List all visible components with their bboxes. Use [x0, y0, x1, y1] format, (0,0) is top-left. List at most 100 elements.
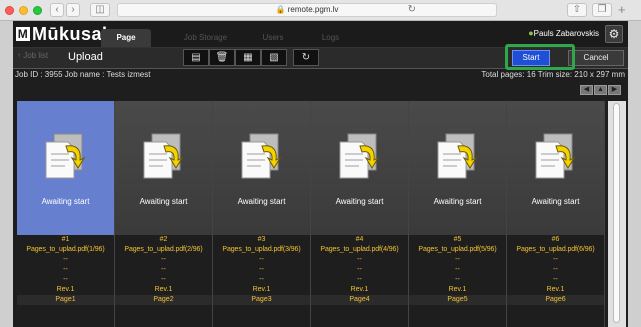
zoom-window-button[interactable] [33, 6, 42, 15]
page-detail-3: -- [553, 276, 558, 283]
page-source-file: Pages_to_uplad.pdf(4/96) [320, 246, 399, 253]
page-label: Page6 [507, 295, 604, 305]
close-window-button[interactable] [5, 6, 14, 15]
browser-toolbar: ‹ › ◫ 🔒 remote.pgm.lv ↻ ⇧ ❐ + [0, 0, 641, 21]
job-info-bar: Job ID : 3955 Job name : Tests izmest To… [13, 69, 628, 81]
page-revision: Rev.1 [154, 286, 173, 293]
address-bar[interactable]: 🔒 remote.pgm.lv ↻ [117, 3, 497, 17]
page-thumbnail[interactable]: Awaiting start [17, 101, 114, 235]
page-status: Awaiting start [237, 197, 286, 206]
page-title: Upload [68, 51, 103, 63]
tab-job-storage[interactable]: Job Storage [173, 29, 238, 47]
page-revision: Rev.1 [56, 286, 75, 293]
prev-page-icon[interactable]: ◀ [580, 85, 593, 95]
logo-mark-icon: M [16, 27, 30, 41]
document-replace-icon [38, 130, 90, 182]
page-meta: #1 Pages_to_uplad.pdf(1/96) -- -- -- Rev… [17, 235, 114, 327]
page-detail-3: -- [259, 276, 264, 283]
start-button-highlight [505, 44, 575, 70]
page-grid: Awaiting start #1 Pages_to_uplad.pdf(1/9… [17, 101, 606, 327]
scrollbar[interactable] [608, 101, 626, 327]
page-card-4[interactable]: Awaiting start #4 Pages_to_uplad.pdf(4/9… [311, 101, 409, 327]
approve-page-icon[interactable]: ▦ [235, 49, 261, 66]
page-number: #3 [257, 236, 266, 243]
page-revision: Rev.1 [546, 286, 565, 293]
page-meta: #3 Pages_to_uplad.pdf(3/96) -- -- -- Rev… [213, 235, 310, 327]
page-label: Page5 [409, 295, 506, 305]
page-detail-1: -- [553, 256, 558, 263]
tabs-overview-icon[interactable]: ❐ [592, 3, 612, 17]
page-thumbnail[interactable]: Awaiting start [507, 101, 604, 235]
page-detail-1: -- [161, 256, 166, 263]
sidebar-toggle-icon[interactable]: ◫ [90, 3, 110, 17]
delete-icon[interactable]: 🗑 [209, 49, 235, 66]
job-list-button[interactable]: ↑ Job list [17, 51, 48, 60]
page-status: Awaiting start [335, 197, 384, 206]
tab-logs[interactable]: Logs [313, 29, 348, 47]
page-detail-1: -- [259, 256, 264, 263]
page-detail-2: -- [161, 266, 166, 273]
page-card-5[interactable]: Awaiting start #5 Pages_to_uplad.pdf(5/9… [409, 101, 507, 327]
user-menu[interactable]: ●Pauls Zabarovskis [528, 28, 599, 38]
page-detail-2: -- [63, 266, 68, 273]
document-replace-icon [234, 130, 286, 182]
reload-icon[interactable]: ↻ [408, 4, 416, 16]
page-revision: Rev.1 [350, 286, 369, 293]
page-label: Page3 [213, 295, 310, 305]
page-label: Page2 [115, 295, 212, 305]
page-number: #4 [355, 236, 364, 243]
page-detail-1: -- [63, 256, 68, 263]
move-page-icon[interactable]: ▧ [261, 49, 287, 66]
page-number: #5 [453, 236, 462, 243]
page-detail-2: -- [357, 266, 362, 273]
replace-page-icon[interactable]: ▤ [183, 49, 209, 66]
job-info: Job ID : 3955 Job name : Tests izmest [15, 70, 151, 79]
page-number: #1 [61, 236, 70, 243]
page-meta: #5 Pages_to_uplad.pdf(5/96) -- -- -- Rev… [409, 235, 506, 327]
page-source-file: Pages_to_uplad.pdf(1/96) [26, 246, 105, 253]
page-label: Page1 [17, 295, 114, 305]
page-thumbnail[interactable]: Awaiting start [213, 101, 310, 235]
page-source-file: Pages_to_uplad.pdf(3/96) [222, 246, 301, 253]
minimize-window-button[interactable] [19, 6, 28, 15]
page-status: Awaiting start [41, 197, 90, 206]
share-icon[interactable]: ⇧ [567, 3, 587, 17]
page-detail-1: -- [455, 256, 460, 263]
page-status: Awaiting start [139, 197, 188, 206]
page-card-1[interactable]: Awaiting start #1 Pages_to_uplad.pdf(1/9… [17, 101, 115, 327]
document-replace-icon [430, 130, 482, 182]
page-thumbnail[interactable]: Awaiting start [115, 101, 212, 235]
back-arrow-icon[interactable]: ‹ [50, 3, 64, 17]
page-number: #6 [551, 236, 560, 243]
page-selector-icon[interactable]: ▲ [594, 85, 607, 95]
page-meta: #4 Pages_to_uplad.pdf(4/96) -- -- -- Rev… [311, 235, 408, 327]
new-tab-icon[interactable]: + [618, 2, 626, 17]
tab-page[interactable]: Page [101, 29, 151, 47]
page-number: #2 [159, 236, 168, 243]
scrollbar-thumb[interactable] [613, 103, 620, 323]
page-detail-2: -- [455, 266, 460, 273]
page-card-6[interactable]: Awaiting start #6 Pages_to_uplad.pdf(6/9… [507, 101, 605, 327]
document-replace-icon [136, 130, 188, 182]
page-status: Awaiting start [531, 197, 580, 206]
page-source-file: Pages_to_uplad.pdf(5/96) [418, 246, 497, 253]
cancel-button[interactable]: Cancel [568, 50, 624, 66]
page-detail-3: -- [455, 276, 460, 283]
page-detail-2: -- [259, 266, 264, 273]
page-thumbnail[interactable]: Awaiting start [311, 101, 408, 235]
gear-icon[interactable]: ⚙ [605, 25, 623, 43]
tab-users[interactable]: Users [253, 29, 293, 47]
page-source-file: Pages_to_uplad.pdf(6/96) [516, 246, 595, 253]
page-info: Total pages: 16 Trim size: 210 x 297 mm [481, 70, 625, 79]
pager-controls: ◀ ▲ ▶ [579, 85, 621, 95]
page-thumbnail[interactable]: Awaiting start [409, 101, 506, 235]
page-source-file: Pages_to_uplad.pdf(2/96) [124, 246, 203, 253]
page-detail-3: -- [63, 276, 68, 283]
app-window: M Mūkusala Page Job Storage Users Logs ●P… [13, 21, 628, 327]
page-card-3[interactable]: Awaiting start #3 Pages_to_uplad.pdf(3/9… [213, 101, 311, 327]
page-card-2[interactable]: Awaiting start #2 Pages_to_uplad.pdf(2/9… [115, 101, 213, 327]
refresh-icon[interactable]: ↻ [293, 49, 319, 66]
next-page-icon[interactable]: ▶ [608, 85, 621, 95]
forward-arrow-icon[interactable]: › [66, 3, 80, 17]
page-meta: #6 Pages_to_uplad.pdf(6/96) -- -- -- Rev… [507, 235, 604, 327]
